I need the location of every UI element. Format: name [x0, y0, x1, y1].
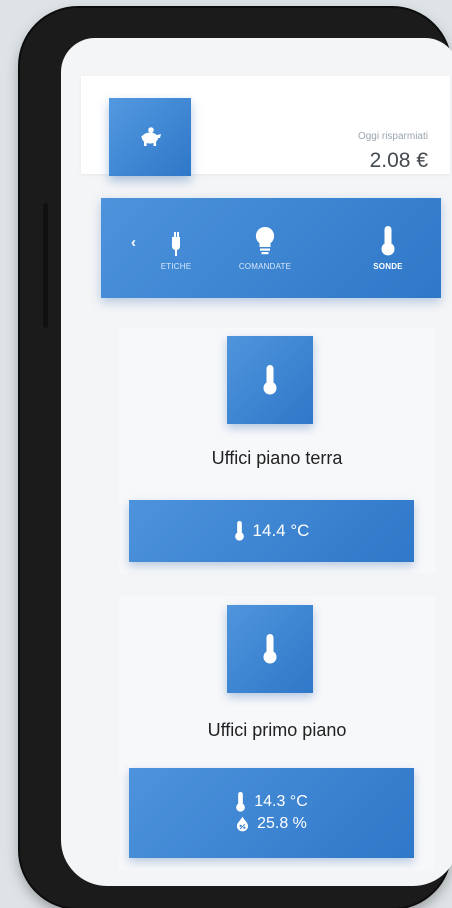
- plug-icon: [172, 232, 180, 256]
- piggy-bank-tile[interactable]: [109, 98, 191, 176]
- thermometer-icon: [381, 226, 395, 256]
- savings-value: 2.08 €: [369, 149, 428, 172]
- sensor-reading-box[interactable]: 14.3 °C 25.8 %: [129, 768, 414, 858]
- humidity-value: 25.8 %: [257, 815, 307, 832]
- temperature-value: 14.4 °C: [252, 521, 310, 540]
- tab-comandate-label: COMANDATE: [238, 262, 292, 271]
- sensor-icon-tile[interactable]: [227, 605, 313, 693]
- savings-label: Oggi risparmiati: [357, 131, 428, 142]
- tab-comandate[interactable]: COMANDATE: [219, 216, 311, 271]
- thermometer-icon: [263, 365, 277, 395]
- tab-etiche-label: ETICHE: [160, 262, 192, 271]
- temperature-reading: 14.4 °C: [234, 520, 310, 542]
- tab-etiche[interactable]: ETICHE: [151, 216, 201, 271]
- thermometer-icon: [236, 792, 246, 812]
- phone-frame: Oggi risparmiati 2.08 € ‹ ETICHE COMANDA…: [20, 8, 452, 908]
- sensor-icon-tile[interactable]: [227, 336, 313, 424]
- phone-side-button: [43, 203, 48, 328]
- humidity-drop-icon: [237, 816, 249, 832]
- sensor-name: Uffici primo piano: [207, 720, 347, 740]
- tab-sonde-label: SONDE: [373, 262, 403, 271]
- piggy-bank-icon: [141, 127, 161, 146]
- app-screen: Oggi risparmiati 2.08 € ‹ ETICHE COMANDA…: [61, 38, 452, 886]
- temperature-reading: 14.3 °C: [235, 791, 308, 813]
- sensor-name: Uffici piano terra: [211, 448, 343, 468]
- chevron-left-icon[interactable]: ‹: [131, 234, 136, 251]
- lightbulb-icon: [255, 226, 275, 255]
- savings-card: Oggi risparmiati 2.08 €: [81, 76, 450, 176]
- tab-sonde[interactable]: SONDE: [365, 216, 411, 271]
- sensor-card: Uffici piano terra 14.4 °C: [119, 328, 435, 573]
- temperature-value: 14.3 °C: [254, 793, 308, 810]
- sensor-reading-box[interactable]: 14.4 °C: [129, 500, 414, 562]
- humidity-reading: 25.8 %: [236, 813, 307, 835]
- thermometer-icon: [263, 634, 277, 664]
- sensor-card: Uffici primo piano 14.3 °C 25.8 %: [119, 596, 435, 871]
- thermometer-icon: [234, 521, 244, 541]
- category-tab-bar: ‹ ETICHE COMANDATE SONDE: [101, 198, 441, 298]
